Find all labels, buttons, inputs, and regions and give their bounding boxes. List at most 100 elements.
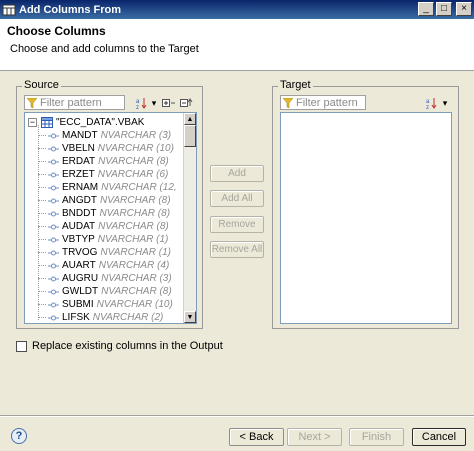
filter-icon [283,97,293,108]
column-type: NVARCHAR (8) [98,156,169,167]
column-icon [48,289,59,294]
column-row[interactable]: TRVOG NVARCHAR (1) [48,246,171,259]
column-icon [48,146,59,151]
column-icon [48,172,59,177]
column-type: NVARCHAR (8) [98,221,169,232]
column-icon [48,224,59,229]
add-button[interactable]: Add [210,165,264,182]
target-list[interactable] [280,112,452,324]
target-label: Target [278,79,313,91]
collapse-all-icon[interactable] [180,96,194,110]
dialog-header: Choose Columns Choose and add columns to… [0,19,474,71]
window-title: Add Columns From [19,3,122,16]
scroll-thumb[interactable] [184,125,196,147]
column-row[interactable]: MANDT NVARCHAR (3) [48,129,171,142]
replace-columns-option[interactable]: Replace existing columns in the Output [16,340,223,352]
add-all-button[interactable]: Add All [210,190,264,207]
column-row[interactable]: AUDAT NVARCHAR (8) [48,220,169,233]
column-name: AUDAT [62,221,96,232]
column-row[interactable]: LIFSK NVARCHAR (2) [48,311,164,323]
remove-button[interactable]: Remove [210,216,264,233]
column-icon [48,237,59,242]
finish-button[interactable]: Finish [349,428,404,446]
column-row[interactable]: AUART NVARCHAR (4) [48,259,169,272]
column-name: MANDT [62,130,98,141]
root-table-name: "ECC_DATA".VBAK [56,117,145,128]
column-icon [48,185,59,190]
column-name: GWLDT [62,286,99,297]
column-row[interactable]: SUBMI NVARCHAR (10) [48,298,173,311]
source-filter-input[interactable]: Filter pattern [24,95,125,110]
back-button[interactable]: < Back [229,428,284,446]
page-title: Choose Columns [7,24,106,38]
table-icon [41,117,53,128]
column-name: TRVOG [62,247,98,258]
column-type: NVARCHAR (1) [100,247,171,258]
column-row[interactable]: VBELN NVARCHAR (10) [48,142,174,155]
column-name: ANGDT [62,195,97,206]
column-type: NVARCHAR (8) [99,208,171,219]
replace-columns-checkbox[interactable] [16,340,27,352]
column-row[interactable]: ERZET NVARCHAR (6) [48,168,168,181]
column-name: SUBMI [62,299,94,310]
scroll-up-button[interactable]: ▲ [184,113,196,125]
column-name: ERZET [62,169,95,180]
column-name: ERNAM [62,182,99,193]
app-icon [2,3,16,17]
column-name: AUGRU [62,273,99,284]
sort-menu-chevron-down-icon[interactable]: ▾ [150,96,158,110]
column-name: LIFSK [62,312,90,323]
column-icon [48,159,59,164]
column-type: NVARCHAR (8) [101,286,172,297]
maximize-button[interactable]: □ [436,2,452,16]
expand-all-icon[interactable] [162,96,176,110]
column-type: NVARCHAR (3) [100,130,172,141]
column-row[interactable]: ERNAM NVARCHAR (12, [48,181,177,194]
column-type: NVARCHAR (12, [101,182,177,193]
source-tree[interactable]: − "ECC_DATA".VBAK MANDT NVARCHAR (3) VBELN… [24,112,197,324]
sort-icon[interactable]: az [426,96,440,110]
column-icon [48,198,59,203]
collapse-toggle-icon[interactable]: − [28,118,37,127]
column-icon [48,133,59,138]
column-type: NVARCHAR (1) [97,234,169,245]
column-row[interactable]: GWLDT NVARCHAR (8) [48,285,172,298]
target-group: Target Filter pattern az ▾ [272,79,459,329]
page-description: Choose and add columns to the Target [10,43,199,55]
sort-icon[interactable]: az [136,96,150,110]
minimize-button[interactable]: _ [418,2,434,16]
column-icon [48,302,59,307]
column-type: NVARCHAR (2) [92,312,164,323]
column-name: ERDAT [62,156,96,167]
column-type: NVARCHAR (6) [97,169,169,180]
filter-icon [27,97,37,108]
cancel-button[interactable]: Cancel [412,428,466,446]
svg-text:z: z [426,105,429,109]
column-type: NVARCHAR (8) [100,195,171,206]
column-row[interactable]: VBTYP NVARCHAR (1) [48,233,168,246]
column-icon [48,211,59,216]
target-filter-placeholder: Filter pattern [296,96,358,109]
column-name: BNDDT [62,208,97,219]
tree-root[interactable]: − "ECC_DATA".VBAK [28,116,144,129]
source-scrollbar[interactable]: ▲ ▼ [183,113,196,323]
column-icon [48,250,59,255]
remove-all-button[interactable]: Remove All [210,241,264,258]
scroll-down-button[interactable]: ▼ [184,311,196,323]
target-filter-input[interactable]: Filter pattern [280,95,366,110]
column-row[interactable]: AUGRU NVARCHAR (3) [48,272,172,285]
source-filter-placeholder: Filter pattern [40,96,102,109]
column-row[interactable]: BNDDT NVARCHAR (8) [48,207,170,220]
next-button[interactable]: Next > [287,428,342,446]
close-button[interactable]: × [456,2,472,16]
column-type: NVARCHAR (4) [98,260,170,271]
footer-separator [0,415,474,417]
help-icon[interactable]: ? [11,428,27,444]
column-type: NVARCHAR (10) [96,299,173,310]
sort-menu-chevron-down-icon[interactable]: ▾ [441,96,449,110]
column-name: VBTYP [62,234,95,245]
column-row[interactable]: ANGDT NVARCHAR (8) [48,194,171,207]
window-titlebar: Add Columns From _ □ × [0,0,474,19]
replace-columns-label: Replace existing columns in the Output [32,340,223,352]
column-row[interactable]: ERDAT NVARCHAR (8) [48,155,169,168]
